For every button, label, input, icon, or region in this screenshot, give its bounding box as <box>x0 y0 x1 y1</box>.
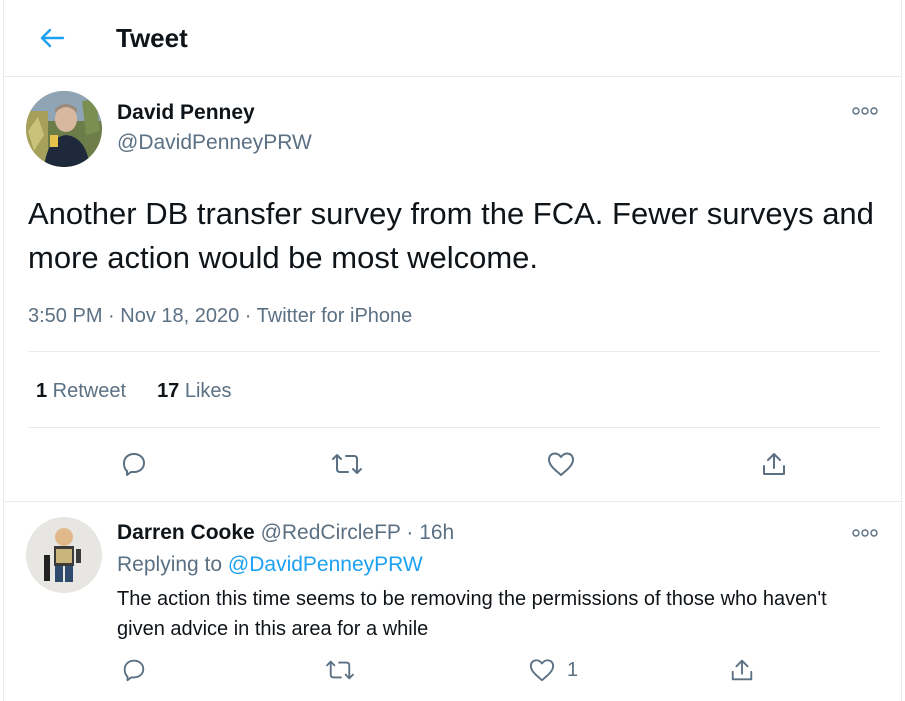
more-dots-icon <box>850 522 880 544</box>
replying-prefix: Replying to <box>117 553 228 576</box>
like-count: 17 <box>157 380 180 402</box>
tweet-date[interactable]: Nov 18, 2020 <box>120 305 239 327</box>
more-dots-icon <box>850 100 880 122</box>
reply-like-button[interactable] <box>520 648 564 692</box>
like-label: Likes <box>179 380 232 402</box>
reply-like-count: 1 <box>567 659 579 681</box>
tweet-meta: 3:50 PM · Nov 18, 2020 · Twitter for iPh… <box>28 302 412 330</box>
reply-time[interactable]: 16h <box>419 521 454 544</box>
more-options-button[interactable] <box>850 100 880 122</box>
reply-header: Darren Cooke @RedCircleFP · 16h <box>117 520 454 546</box>
meta-separator: · <box>239 305 257 327</box>
avatar[interactable] <box>26 91 102 167</box>
page-header: Tweet <box>4 0 901 77</box>
reply-avatar[interactable] <box>26 517 102 593</box>
arrow-left-icon <box>39 27 65 49</box>
tweet-source[interactable]: Twitter for iPhone <box>257 305 413 327</box>
retweet-button[interactable] <box>325 442 369 486</box>
page-title: Tweet <box>116 23 188 53</box>
reply-author-handle[interactable]: @RedCircleFP <box>261 521 401 544</box>
replying-to: Replying to @DavidPenneyPRW <box>117 552 423 578</box>
reply-icon <box>120 450 148 478</box>
replying-to-mention[interactable]: @DavidPenneyPRW <box>228 553 423 576</box>
tweet-stats: 1 Retweet 17 Likes <box>36 377 232 405</box>
share-button[interactable] <box>752 442 796 486</box>
retweet-icon <box>330 450 364 478</box>
retweet-label: Retweet <box>47 380 127 402</box>
reply-more-options-button[interactable] <box>850 522 880 544</box>
retweet-count: 1 <box>36 380 48 402</box>
tweet-time[interactable]: 3:50 PM <box>28 305 102 327</box>
reply-icon <box>121 657 147 683</box>
reply-retweet-button[interactable] <box>318 648 362 692</box>
tweet-text: Another DB transfer survey from the FCA.… <box>28 196 874 275</box>
reply-author-name[interactable]: Darren Cooke <box>117 521 255 544</box>
share-icon <box>760 450 788 478</box>
share-icon <box>729 657 755 683</box>
heart-icon <box>546 450 576 478</box>
retweet-icon <box>324 657 356 683</box>
reply-text: The action this time seems to be removin… <box>117 588 827 640</box>
tweet-page: Tweet David Penney @DavidPenneyPRW Anoth… <box>3 0 903 701</box>
divider <box>4 501 903 502</box>
author-handle[interactable]: @DavidPenneyPRW <box>117 130 312 156</box>
retweets-stat[interactable]: 1 Retweet <box>36 377 126 405</box>
back-button[interactable] <box>32 20 72 56</box>
divider <box>28 427 880 428</box>
heart-icon <box>528 657 556 683</box>
reply-button[interactable] <box>112 442 156 486</box>
meta-separator: · <box>102 305 121 327</box>
likes-stat[interactable]: 17 Likes <box>157 377 232 405</box>
reply-reply-button[interactable] <box>112 648 156 692</box>
like-button[interactable] <box>539 442 583 486</box>
reply-separator: · <box>400 521 420 544</box>
divider <box>28 351 880 352</box>
author-name[interactable]: David Penney <box>117 100 255 126</box>
reply-share-button[interactable] <box>720 648 764 692</box>
